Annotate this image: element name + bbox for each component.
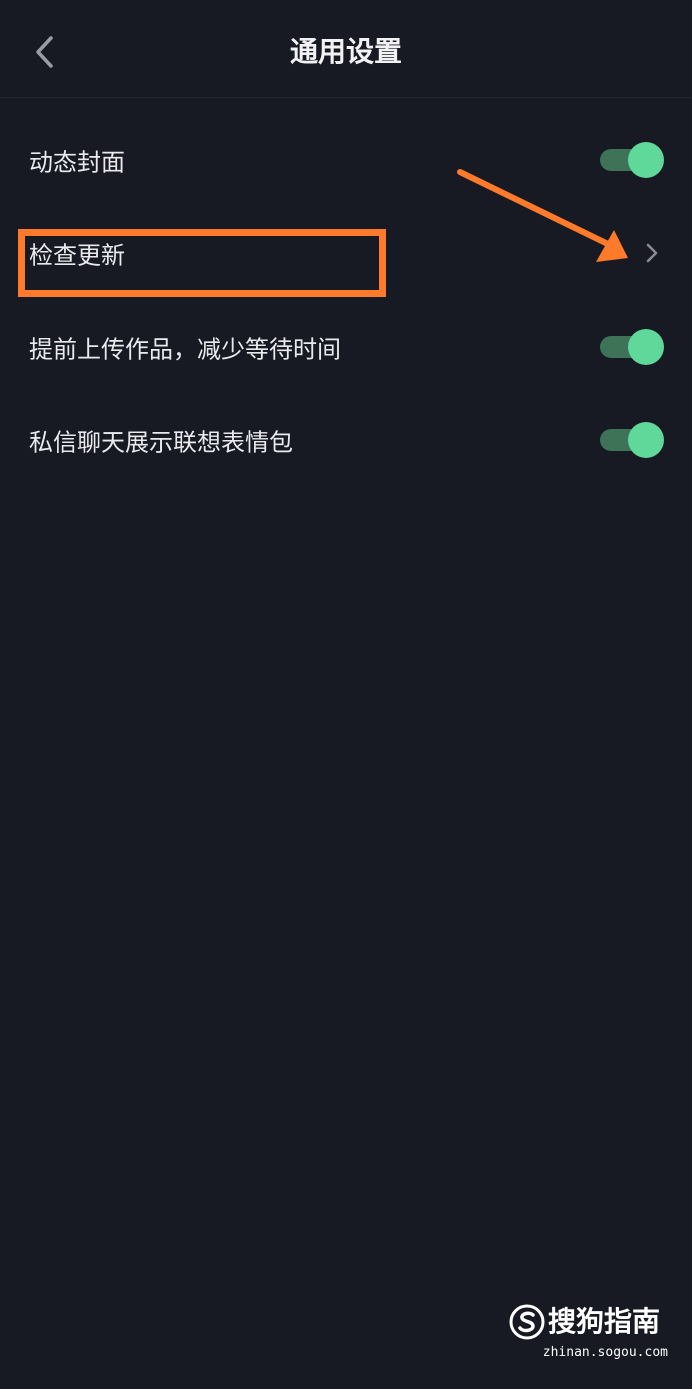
setting-row-emoji-suggest[interactable]: 私信聊天展示联想表情包 [0, 393, 692, 487]
sogou-logo-icon [509, 1304, 545, 1340]
setting-row-preupload[interactable]: 提前上传作品，减少等待时间 [0, 300, 692, 394]
watermark-brand: 搜狗指南 [548, 1305, 661, 1338]
setting-label: 动态封面 [29, 148, 125, 177]
toggle-knob [628, 142, 664, 178]
watermark: 搜狗指南 zhinan.sogou.com [508, 1301, 668, 1365]
toggle-knob [628, 422, 664, 458]
page-title: 通用设置 [289, 35, 402, 68]
chevron-right-icon [646, 243, 658, 263]
setting-label: 私信聊天展示联想表情包 [29, 428, 293, 457]
setting-row-dynamic-cover[interactable]: 动态封面 [0, 113, 692, 207]
emoji-suggest-toggle[interactable] [600, 422, 664, 458]
header-bar: 通用设置 [0, 0, 692, 98]
toggle-knob [628, 329, 664, 365]
setting-label: 提前上传作品，减少等待时间 [29, 335, 341, 364]
setting-label: 检查更新 [29, 241, 125, 270]
watermark-url: zhinan.sogou.com [542, 1345, 668, 1360]
setting-row-check-update[interactable]: 检查更新 [0, 206, 692, 300]
dynamic-cover-toggle[interactable] [600, 142, 664, 178]
preupload-toggle[interactable] [600, 329, 664, 365]
